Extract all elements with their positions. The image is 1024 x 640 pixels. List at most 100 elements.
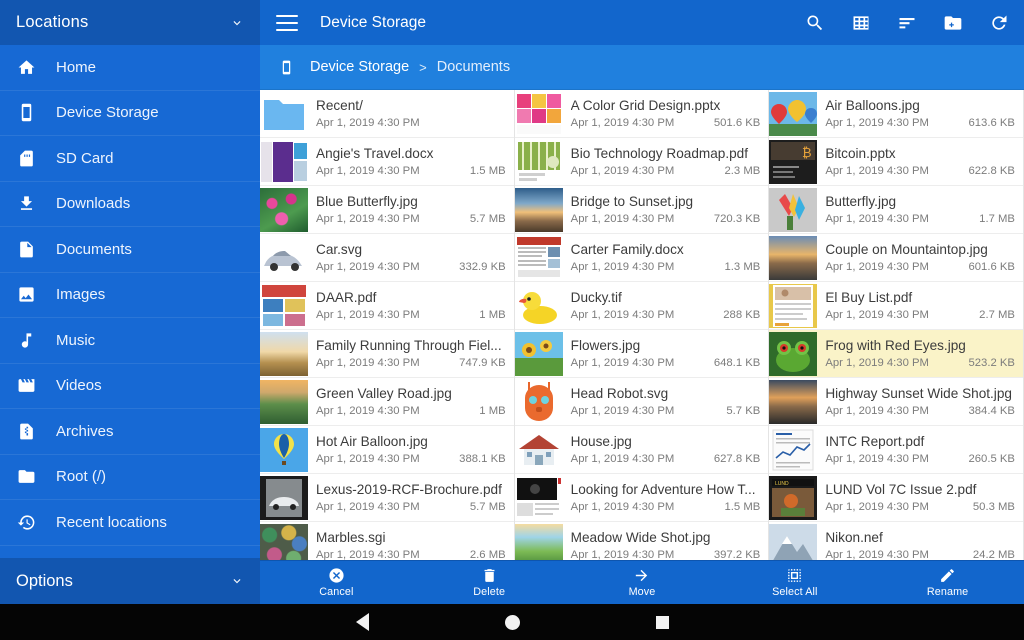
file-size: 388.1 KB bbox=[453, 452, 505, 466]
select-all-button[interactable]: Select All bbox=[718, 561, 871, 605]
file-subline: Apr 1, 2019 4:30 PM523.2 KB bbox=[825, 356, 1015, 370]
file-row[interactable]: Recent/Apr 1, 2019 4:30 PM bbox=[260, 90, 514, 138]
sidebar-item-root[interactable]: Root (/) bbox=[0, 455, 260, 501]
hamburger-menu-icon[interactable] bbox=[276, 15, 298, 31]
refresh-icon[interactable] bbox=[988, 12, 1010, 34]
file-meta: Blue Butterfly.jpgApr 1, 2019 4:30 PM5.7… bbox=[316, 194, 506, 226]
sidebar-item-archives[interactable]: Archives bbox=[0, 409, 260, 455]
file-subline: Apr 1, 2019 4:30 PM384.4 KB bbox=[825, 404, 1015, 418]
file-row[interactable]: Frog with Red Eyes.jpgApr 1, 2019 4:30 P… bbox=[769, 330, 1023, 378]
phone-icon bbox=[276, 57, 296, 77]
delete-button[interactable]: Delete bbox=[413, 561, 566, 605]
sort-icon[interactable] bbox=[896, 12, 918, 34]
drawer-header-label: Locations bbox=[16, 13, 88, 32]
document-icon bbox=[14, 237, 38, 261]
sidebar-item-sd-card[interactable]: SD Card bbox=[0, 136, 260, 182]
file-name: Head Robot.svg bbox=[571, 386, 761, 402]
file-row[interactable]: Green Valley Road.jpgApr 1, 2019 4:30 PM… bbox=[260, 378, 514, 426]
file-meta: Family Running Through Fiel...Apr 1, 201… bbox=[316, 338, 506, 370]
file-thumbnail-icon bbox=[769, 188, 817, 232]
file-row[interactable]: Couple on Mountaintop.jpgApr 1, 2019 4:3… bbox=[769, 234, 1023, 282]
file-subline: Apr 1, 2019 4:30 PM622.8 KB bbox=[825, 164, 1015, 178]
file-row[interactable]: Bio Technology Roadmap.pdfApr 1, 2019 4:… bbox=[515, 138, 769, 186]
file-column-1: Recent/Apr 1, 2019 4:30 PMAngie's Travel… bbox=[260, 90, 515, 604]
file-size: 1.3 MB bbox=[719, 260, 761, 274]
file-date: Apr 1, 2019 4:30 PM bbox=[571, 308, 675, 322]
sidebar-item-device-storage[interactable]: Device Storage bbox=[0, 91, 260, 137]
file-meta: Meadow Wide Shot.jpgApr 1, 2019 4:30 PM3… bbox=[571, 530, 761, 562]
file-row[interactable]: Highway Sunset Wide Shot.jpgApr 1, 2019 … bbox=[769, 378, 1023, 426]
sidebar-item-home[interactable]: Home bbox=[0, 45, 260, 91]
sidebar-item-label: Images bbox=[56, 286, 105, 303]
sidebar-item-label: Root (/) bbox=[56, 468, 106, 485]
new-folder-icon[interactable] bbox=[942, 12, 964, 34]
file-row[interactable]: House.jpgApr 1, 2019 4:30 PM627.8 KB bbox=[515, 426, 769, 474]
file-size: 1.5 MB bbox=[464, 164, 506, 178]
breadcrumb-separator: > bbox=[419, 60, 427, 75]
sidebar-item-label: Device Storage bbox=[56, 104, 159, 121]
file-row[interactable]: A Color Grid Design.pptxApr 1, 2019 4:30… bbox=[515, 90, 769, 138]
file-subline: Apr 1, 2019 4:30 PM388.1 KB bbox=[316, 452, 506, 466]
file-row[interactable]: Air Balloons.jpgApr 1, 2019 4:30 PM613.6… bbox=[769, 90, 1023, 138]
file-row[interactable]: Butterfly.jpgApr 1, 2019 4:30 PM1.7 MB bbox=[769, 186, 1023, 234]
download-icon bbox=[14, 192, 38, 216]
android-recents-button[interactable] bbox=[587, 616, 737, 629]
sidebar-item-images[interactable]: Images bbox=[0, 273, 260, 319]
file-date: Apr 1, 2019 4:30 PM bbox=[825, 308, 929, 322]
drawer-header-locations[interactable]: Locations bbox=[0, 0, 260, 45]
file-meta: Bio Technology Roadmap.pdfApr 1, 2019 4:… bbox=[571, 146, 761, 178]
file-row[interactable]: Car.svgApr 1, 2019 4:30 PM332.9 KB bbox=[260, 234, 514, 282]
svg-text:LUND: LUND bbox=[775, 481, 789, 487]
file-meta: Couple on Mountaintop.jpgApr 1, 2019 4:3… bbox=[825, 242, 1015, 274]
file-subline: Apr 1, 2019 4:30 PM288 KB bbox=[571, 308, 761, 322]
breadcrumb-item-documents[interactable]: Documents bbox=[437, 59, 510, 75]
file-subline: Apr 1, 2019 4:30 PM bbox=[316, 116, 506, 130]
move-button[interactable]: Move bbox=[566, 561, 719, 605]
selection-action-bar: Cancel Delete Move Select All bbox=[260, 560, 1024, 604]
sidebar-item-recent-locations[interactable]: Recent locations bbox=[0, 500, 260, 546]
sidebar-item-videos[interactable]: Videos bbox=[0, 364, 260, 410]
file-row[interactable]: El Buy List.pdfApr 1, 2019 4:30 PM2.7 MB bbox=[769, 282, 1023, 330]
file-name: Ducky.tif bbox=[571, 290, 761, 306]
file-size: 384.4 KB bbox=[962, 404, 1014, 418]
file-meta: Head Robot.svgApr 1, 2019 4:30 PM5.7 KB bbox=[571, 386, 761, 418]
file-row[interactable]: ₿Bitcoin.pptxApr 1, 2019 4:30 PM622.8 KB bbox=[769, 138, 1023, 186]
search-icon[interactable] bbox=[804, 12, 826, 34]
file-row[interactable]: Looking for Adventure How T...Apr 1, 201… bbox=[515, 474, 769, 522]
file-row[interactable]: Blue Butterfly.jpgApr 1, 2019 4:30 PM5.7… bbox=[260, 186, 514, 234]
breadcrumb: Device Storage > Documents bbox=[260, 45, 1024, 90]
drawer-options-footer[interactable]: Options bbox=[0, 558, 260, 604]
file-name: Nikon.nef bbox=[825, 530, 1015, 546]
breadcrumb-item-device-storage[interactable]: Device Storage bbox=[310, 59, 409, 75]
sidebar-item-documents[interactable]: Documents bbox=[0, 227, 260, 273]
file-subline: Apr 1, 2019 4:30 PM1.7 MB bbox=[825, 212, 1015, 226]
rename-button[interactable]: Rename bbox=[871, 561, 1024, 605]
file-row[interactable]: Carter Family.docxApr 1, 2019 4:30 PM1.3… bbox=[515, 234, 769, 282]
file-row[interactable]: LUNDLUND Vol 7C Issue 2.pdfApr 1, 2019 4… bbox=[769, 474, 1023, 522]
file-row[interactable]: Flowers.jpgApr 1, 2019 4:30 PM648.1 KB bbox=[515, 330, 769, 378]
file-meta: Frog with Red Eyes.jpgApr 1, 2019 4:30 P… bbox=[825, 338, 1015, 370]
sidebar-item-music[interactable]: Music bbox=[0, 318, 260, 364]
file-row[interactable]: Angie's Travel.docxApr 1, 2019 4:30 PM1.… bbox=[260, 138, 514, 186]
file-subline: Apr 1, 2019 4:30 PM613.6 KB bbox=[825, 116, 1015, 130]
file-name: Recent/ bbox=[316, 98, 506, 114]
file-thumbnail-icon bbox=[769, 332, 817, 376]
file-subline: Apr 1, 2019 4:30 PM1.3 MB bbox=[571, 260, 761, 274]
file-subline: Apr 1, 2019 4:30 PM332.9 KB bbox=[316, 260, 506, 274]
cancel-button[interactable]: Cancel bbox=[260, 561, 413, 605]
grid-view-icon[interactable] bbox=[850, 12, 872, 34]
file-row[interactable]: Ducky.tif Apr 1, 2019 4:30 PM288 KB bbox=[515, 282, 769, 330]
file-row[interactable]: Hot Air Balloon.jpgApr 1, 2019 4:30 PM38… bbox=[260, 426, 514, 474]
sidebar-item-downloads[interactable]: Downloads bbox=[0, 182, 260, 228]
android-home-button[interactable] bbox=[437, 615, 587, 630]
file-row[interactable]: Lexus-2019-RCF-Brochure.pdfApr 1, 2019 4… bbox=[260, 474, 514, 522]
file-row[interactable]: INTC Report.pdfApr 1, 2019 4:30 PM260.5 … bbox=[769, 426, 1023, 474]
file-row[interactable]: DAAR.pdfApr 1, 2019 4:30 PM1 MB bbox=[260, 282, 514, 330]
android-back-button[interactable] bbox=[287, 613, 437, 631]
sidebar-item-label: SD Card bbox=[56, 150, 114, 167]
file-row[interactable]: Family Running Through Fiel...Apr 1, 201… bbox=[260, 330, 514, 378]
sidebar-item-label: Videos bbox=[56, 377, 102, 394]
file-row[interactable]: Head Robot.svgApr 1, 2019 4:30 PM5.7 KB bbox=[515, 378, 769, 426]
file-row[interactable]: Bridge to Sunset.jpgApr 1, 2019 4:30 PM7… bbox=[515, 186, 769, 234]
sidebar-item-label: Archives bbox=[56, 423, 114, 440]
